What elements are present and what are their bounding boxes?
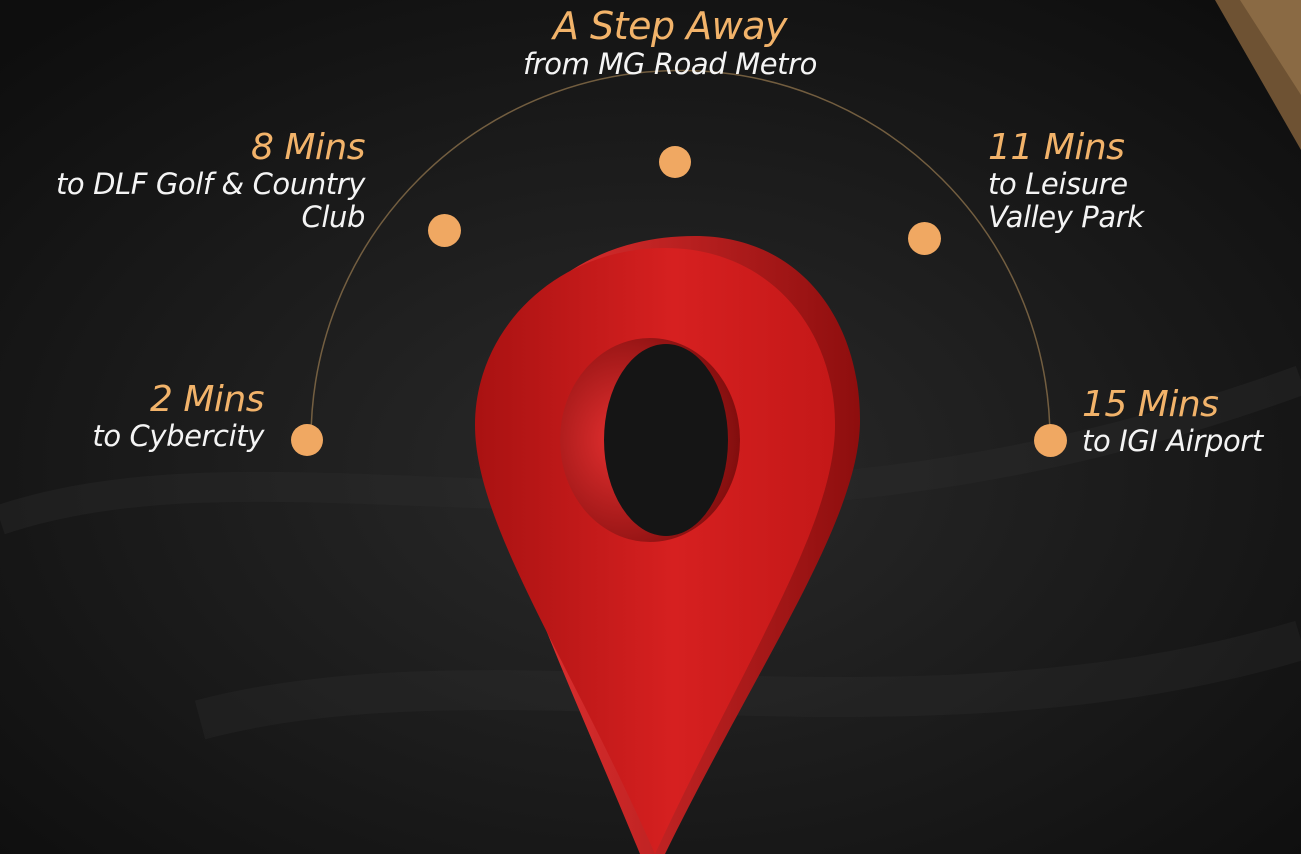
- location-dot-mg-road-metro: [659, 146, 691, 178]
- location-time: 11 Mins: [988, 127, 1125, 168]
- location-time: 8 Mins: [251, 127, 365, 168]
- location-desc: to Cybercity: [92, 419, 264, 454]
- location-desc: from MG Road Metro: [522, 46, 818, 81]
- label-mg-road-metro: A Step Away from MG Road Metro: [460, 5, 880, 80]
- location-desc: to DLF Golf & Country: [55, 167, 365, 202]
- location-desc: to IGI Airport: [1082, 424, 1263, 459]
- location-time: 2 Mins: [150, 379, 264, 420]
- location-time: A Step Away: [552, 4, 788, 48]
- location-dot-igi-airport: [1034, 424, 1067, 457]
- label-igi-airport: 15 Mins to IGI Airport: [1082, 384, 1297, 459]
- location-desc: to Leisure: [988, 167, 1128, 202]
- location-desc: Club: [301, 199, 366, 234]
- label-cybercity: 2 Mins to Cybercity: [0, 379, 264, 454]
- label-leisure-valley: 11 Mins to Leisure Valley Park: [988, 127, 1288, 234]
- label-dlf-golf: 8 Mins to DLF Golf & Country Club: [0, 127, 366, 234]
- location-dot-cybercity: [291, 424, 323, 456]
- location-dot-dlf-golf: [428, 214, 461, 247]
- location-time: 15 Mins: [1082, 384, 1219, 425]
- location-desc: Valley Park: [988, 199, 1144, 234]
- location-dot-leisure-valley: [908, 222, 941, 255]
